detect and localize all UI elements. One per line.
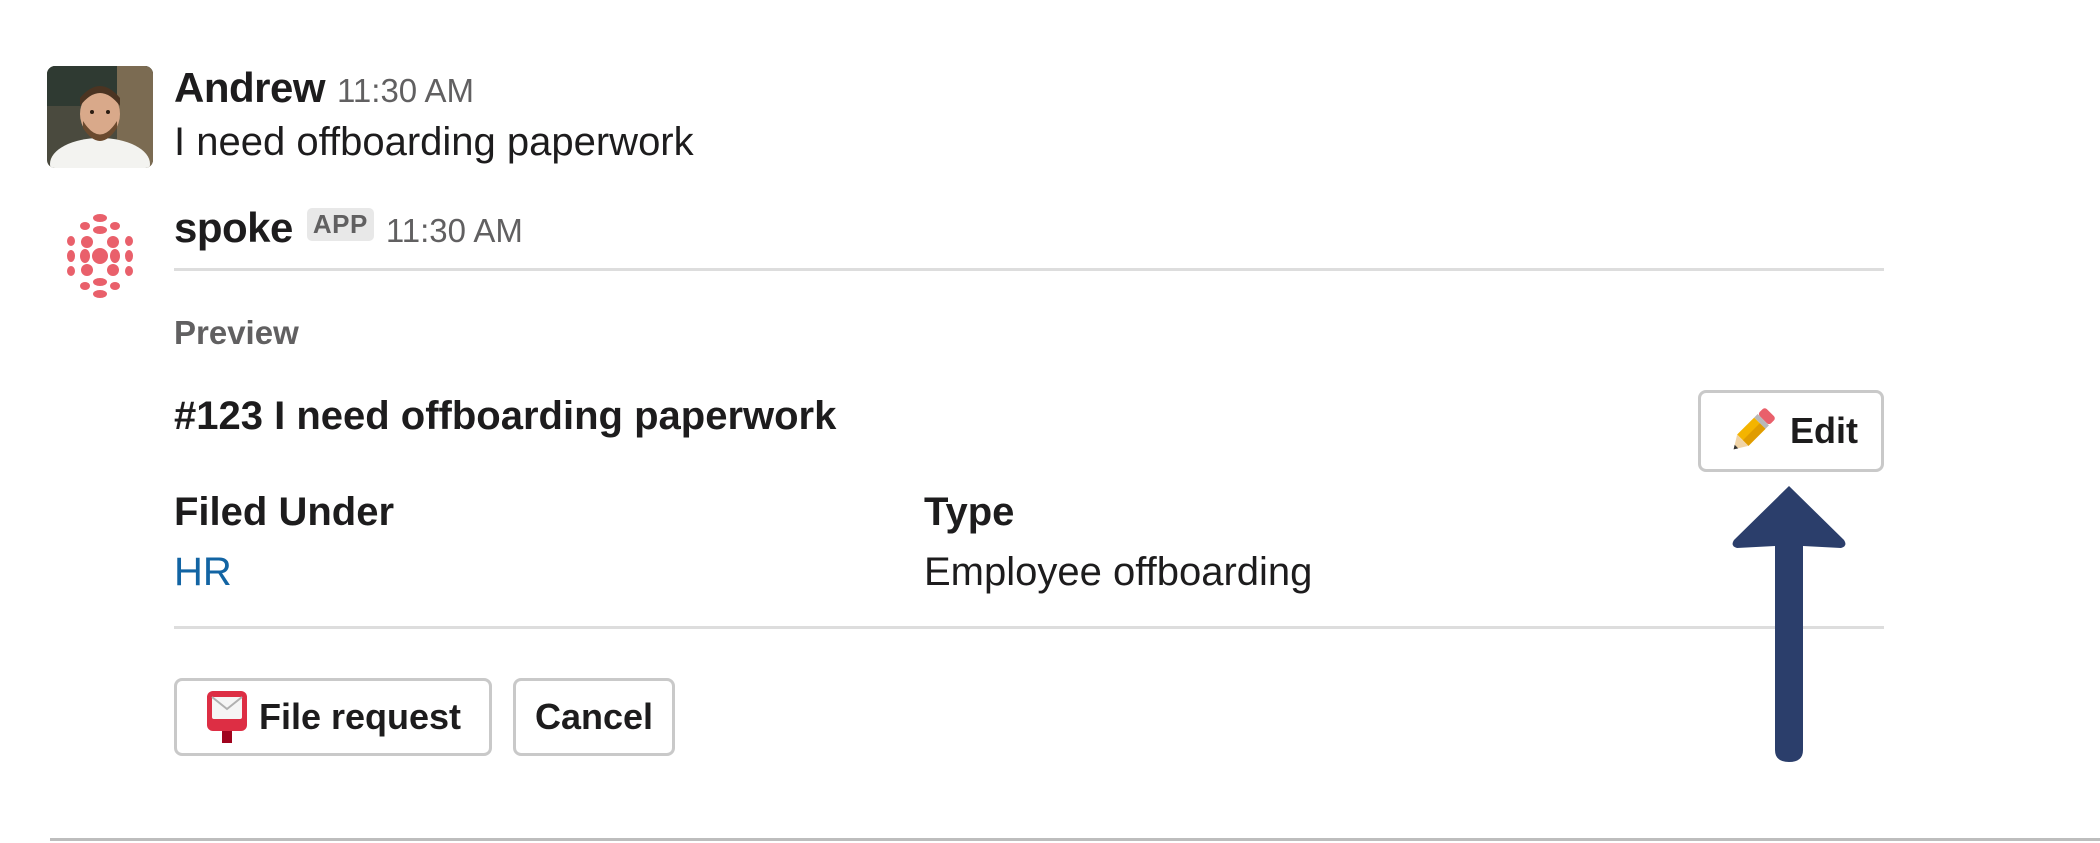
divider (174, 626, 1884, 629)
cancel-button[interactable]: Cancel (513, 678, 675, 756)
slack-message-thread: Andrew 11:30 AM I need offboarding paper… (0, 0, 2100, 843)
pencil-icon (1724, 403, 1780, 459)
divider (174, 268, 1884, 271)
preview-label: Preview (174, 314, 299, 351)
field-value-type: Employee offboarding (924, 550, 1313, 594)
user-photo (47, 66, 153, 168)
app-badge: APP (306, 207, 374, 241)
file-request-label: File request (258, 696, 462, 737)
ticket-title: #123 I need offboarding paperwork (174, 394, 837, 438)
edit-button-label: Edit (1790, 410, 1858, 451)
message-text: I need offboarding paperwork (174, 120, 694, 164)
file-request-button[interactable]: File request (174, 678, 492, 756)
spoke-logo-icon[interactable] (47, 204, 153, 310)
field-value-filed-under[interactable]: HR (174, 550, 232, 595)
message-header: Andrew 11:30 AM (174, 64, 474, 112)
up-arrow-icon (1728, 482, 1850, 764)
postbox-icon (205, 689, 249, 745)
bottom-divider (50, 838, 2100, 841)
message-timestamp[interactable]: 11:30 AM (337, 72, 474, 110)
field-label-filed-under: Filed Under (174, 490, 395, 534)
edit-button[interactable]: Edit (1698, 390, 1884, 472)
field-label-type: Type (924, 490, 1015, 534)
cancel-label: Cancel (534, 696, 654, 737)
avatar[interactable] (47, 66, 153, 168)
sender-name[interactable]: spoke (174, 204, 293, 252)
message-header: spoke APP 11:30 AM (174, 204, 523, 252)
message-timestamp[interactable]: 11:30 AM (386, 212, 523, 250)
sender-name[interactable]: Andrew (174, 64, 326, 112)
